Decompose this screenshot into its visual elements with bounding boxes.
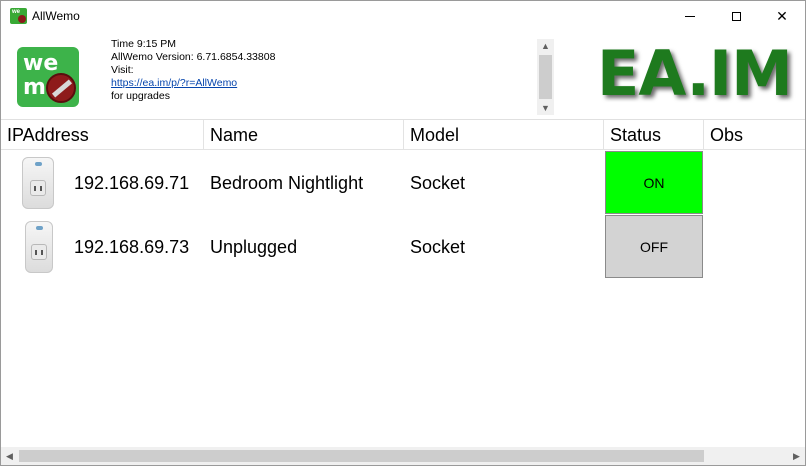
info-scrollbar[interactable]: ▲ ▼ <box>537 39 554 115</box>
scroll-up-icon[interactable]: ▲ <box>537 39 554 53</box>
maximize-button[interactable] <box>713 1 759 31</box>
upgrade-link[interactable]: https://ea.im/p/?r=AllWemo <box>111 77 237 89</box>
brand-logo-text: EA.IM <box>597 37 793 110</box>
hscroll-thumb[interactable] <box>19 450 704 462</box>
close-button[interactable]: ✕ <box>759 1 805 31</box>
table-row[interactable]: 192.168.69.73 Unplugged Socket OFF <box>1 215 805 279</box>
app-icon: we <box>10 8 27 24</box>
scroll-thumb[interactable] <box>539 55 552 99</box>
column-header-ipaddress[interactable]: IPAddress <box>1 120 204 150</box>
ip-cell: 192.168.69.73 <box>74 237 190 257</box>
name-cell: Bedroom Nightlight <box>210 173 364 193</box>
column-header-status[interactable]: Status <box>604 120 704 150</box>
outlet-slot <box>35 250 37 255</box>
device-led <box>35 162 42 166</box>
device-led <box>36 226 43 230</box>
upgrade-label: for upgrades <box>111 90 170 102</box>
app-window: we AllWemo ✕ we mo Time 9:15 PM AllWemo … <box>0 0 806 466</box>
horizontal-scrollbar[interactable]: ◀ ▶ <box>1 447 805 465</box>
status-toggle-button[interactable]: OFF <box>605 215 703 278</box>
device-table: IPAddress Name Model Status Obs 192.168.… <box>1 119 805 448</box>
outlet-face <box>30 180 46 196</box>
info-header: we mo Time 9:15 PM AllWemo Version: 6.71… <box>1 31 805 119</box>
maximize-icon <box>731 11 741 21</box>
window-title: AllWemo <box>32 9 80 23</box>
scroll-down-icon[interactable]: ▼ <box>537 101 554 115</box>
time-label: Time 9:15 PM <box>111 38 176 50</box>
scroll-right-icon[interactable]: ▶ <box>788 447 805 465</box>
column-header-name[interactable]: Name <box>204 120 404 150</box>
scroll-left-icon[interactable]: ◀ <box>1 447 18 465</box>
model-cell: Socket <box>410 173 466 193</box>
title-bar[interactable]: we AllWemo ✕ <box>1 1 805 31</box>
visit-label: Visit: <box>111 64 134 76</box>
smart-plug-icon <box>22 157 54 209</box>
ip-cell: 192.168.69.71 <box>74 173 190 193</box>
app-icon-badge <box>18 15 26 23</box>
table-row[interactable]: 192.168.69.71 Bedroom Nightlight Socket … <box>1 151 805 215</box>
outlet-slot <box>34 186 36 191</box>
status-toggle-button[interactable]: ON <box>605 151 703 214</box>
info-panel: Time 9:15 PM AllWemo Version: 6.71.6854.… <box>111 38 531 103</box>
close-icon: ✕ <box>776 7 788 24</box>
outlet-slot <box>40 186 42 191</box>
column-header-obs[interactable]: Obs <box>704 120 805 150</box>
smart-plug-icon <box>25 221 53 273</box>
version-label: AllWemo Version: 6.71.6854.33808 <box>111 51 276 63</box>
model-cell: Socket <box>410 237 466 257</box>
name-cell: Unplugged <box>210 237 298 257</box>
minimize-icon <box>685 15 695 17</box>
minimize-button[interactable] <box>667 1 713 31</box>
logo-text-top: we <box>23 51 59 76</box>
column-header-model[interactable]: Model <box>404 120 604 150</box>
outlet-face <box>31 244 47 260</box>
wemo-logo: we mo <box>17 47 79 107</box>
outlet-slot <box>41 250 43 255</box>
